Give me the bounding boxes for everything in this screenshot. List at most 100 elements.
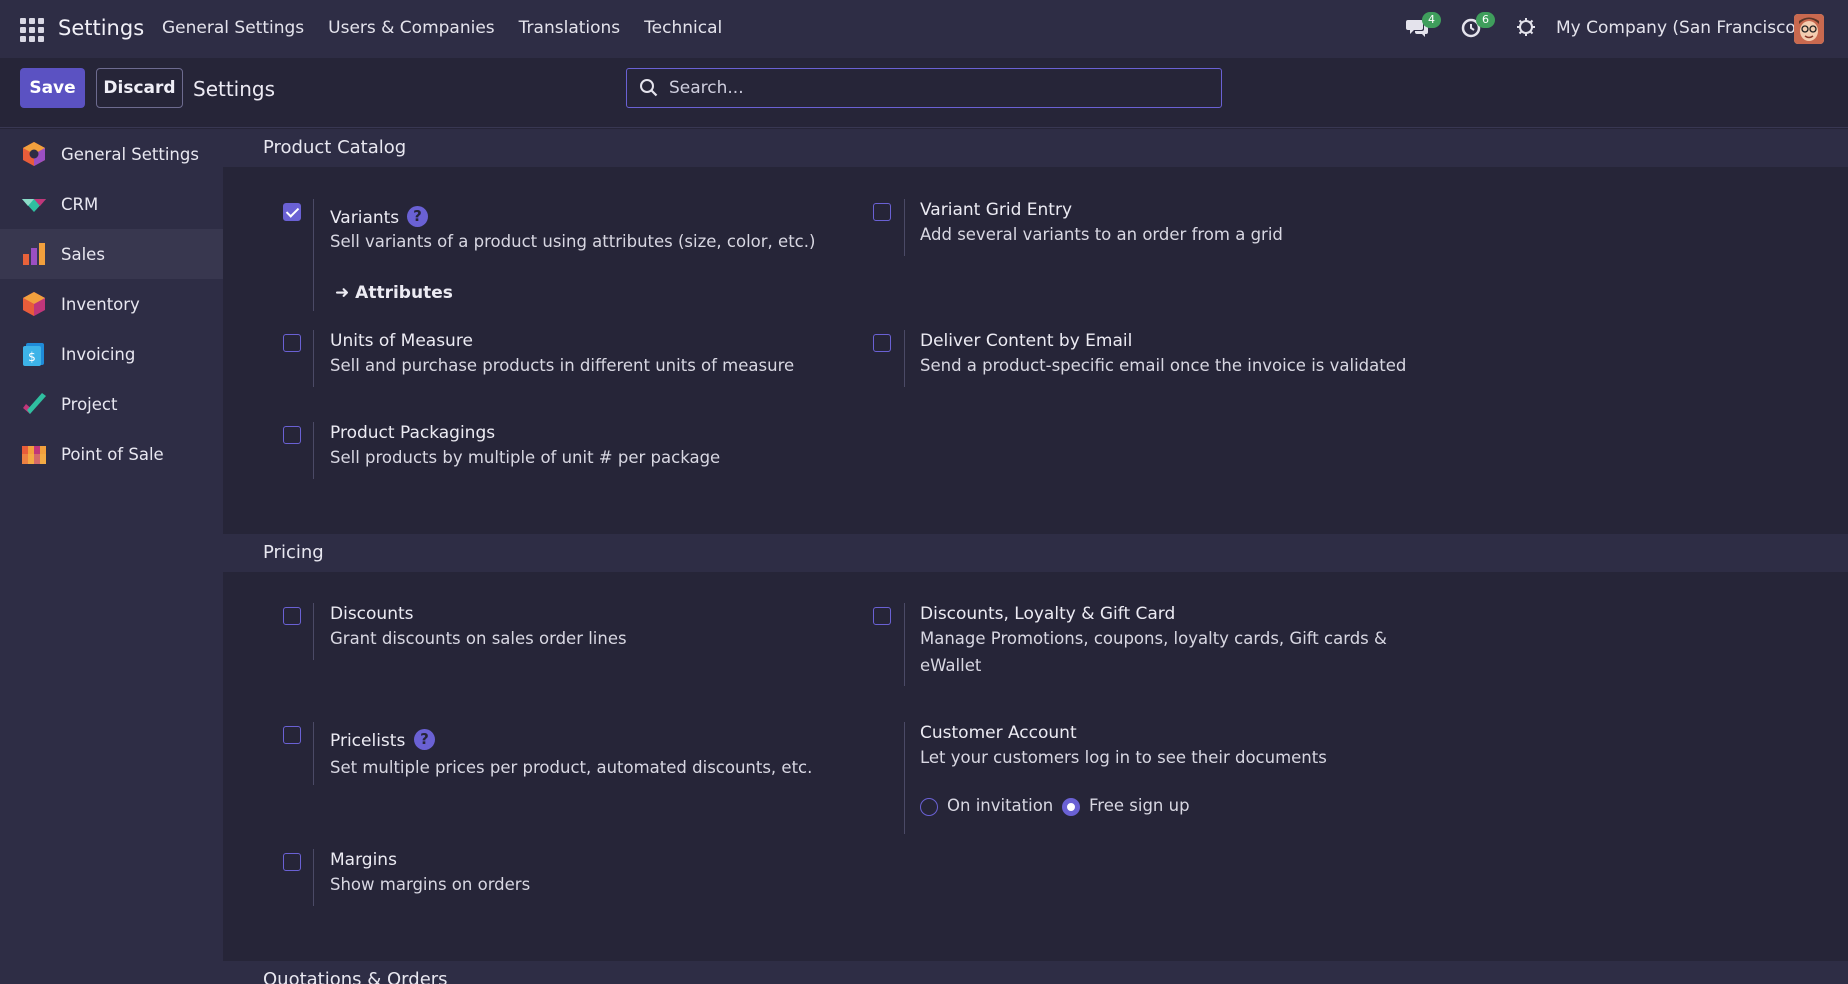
setting-title: Discounts [330,604,414,624]
sidebar-item-label: General Settings [61,144,199,164]
uom-checkbox[interactable] [283,334,301,352]
setting-title: Units of Measure [330,331,473,351]
menu-general-settings[interactable]: General Settings [162,18,304,38]
save-button[interactable]: Save [20,68,85,108]
sidebar-item-sales[interactable]: Sales [0,229,223,279]
variants-checkbox[interactable] [283,203,301,221]
variant-grid-checkbox[interactable] [873,203,891,221]
divider [313,603,314,660]
setting-description: Show margins on orders [330,875,531,894]
section-title: Pricing [263,542,324,563]
top-navbar: Settings General Settings Users & Compan… [0,0,1848,58]
setting-description: Grant discounts on sales order lines [330,629,627,648]
setting-description: Sell and purchase products in different … [330,356,795,375]
sidebar-item-label: Point of Sale [61,444,164,464]
sidebar-item-label: Inventory [61,294,140,314]
divider [904,330,905,387]
invoicing-icon: $ [23,343,44,366]
divider [313,849,314,906]
user-avatar[interactable] [1794,14,1824,44]
help-icon[interactable]: ? [414,729,435,750]
free-sign-up-radio[interactable] [1062,798,1080,816]
sidebar-item-crm[interactable]: CRM [0,179,223,229]
search-box[interactable] [626,68,1222,108]
discard-button[interactable]: Discard [96,68,183,108]
crm-icon [22,199,46,212]
sidebar-item-label: Invoicing [61,344,136,364]
app-name[interactable]: Settings [58,16,144,40]
company-switcher[interactable]: My Company (San Francisco) [1556,18,1802,38]
divider [904,722,905,834]
discounts-checkbox[interactable] [283,607,301,625]
sidebar-item-label: Sales [61,244,105,264]
top-menu: General Settings Users & Companies Trans… [162,18,746,38]
messages-button[interactable]: 4 [1406,12,1441,43]
setting-title: Discounts, Loyalty & Gift Card [920,604,1176,624]
setting-title: Variant Grid Entry [920,200,1073,220]
debug-button[interactable] [1515,16,1537,43]
setting-description: Sell variants of a product using attribu… [330,232,816,251]
sidebar-item-label: Project [61,394,118,414]
sidebar-item-project[interactable]: Project [0,379,223,429]
setting-title: Deliver Content by Email [920,331,1133,351]
project-icon [23,393,46,414]
attributes-link[interactable]: ➜ Attributes [335,283,453,303]
messages-badge: 4 [1422,12,1441,28]
margins-checkbox[interactable] [283,853,301,871]
activities-button[interactable]: 6 [1460,12,1495,43]
section-header-quotations-orders: Quotations & Orders [223,961,1848,984]
sidebar-item-inventory[interactable]: Inventory [0,279,223,329]
sidebar-item-invoicing[interactable]: $ Invoicing [0,329,223,379]
setting-title: Margins [330,850,397,870]
setting-title: Customer Account [920,723,1077,743]
pricelists-checkbox[interactable] [283,726,301,744]
packagings-checkbox[interactable] [283,426,301,444]
setting-description: Set multiple prices per product, automat… [330,758,813,777]
sidebar-item-point-of-sale[interactable]: Point of Sale [0,429,223,479]
page-title: Settings [193,77,276,101]
settings-content: Product Catalog Variants ? Sell variants… [223,129,1848,984]
attributes-link-label: Attributes [355,283,453,303]
on-invitation-label[interactable]: On invitation [947,796,1053,815]
setting-title: Pricelists [330,731,406,751]
divider [313,422,314,479]
search-input[interactable] [669,76,1209,100]
setting-description: Send a product-specific email once the i… [920,356,1407,375]
section-title: Quotations & Orders [263,969,448,984]
free-sign-up-label[interactable]: Free sign up [1089,796,1190,815]
sidebar-item-general-settings[interactable]: General Settings [0,129,223,179]
loyalty-checkbox[interactable] [873,607,891,625]
setting-description: Add several variants to an order from a … [920,225,1283,244]
divider [313,330,314,387]
sidebar-item-label: CRM [61,194,99,214]
section-title: Product Catalog [263,137,407,158]
menu-technical[interactable]: Technical [644,18,722,38]
general-settings-icon [23,142,45,166]
help-icon[interactable]: ? [407,206,428,227]
setting-description: Sell products by multiple of unit # per … [330,448,721,467]
sales-icon [23,243,45,265]
divider [313,199,314,311]
section-header-pricing: Pricing [223,534,1848,572]
arrow-right-icon: ➜ [335,283,356,303]
divider [904,199,905,256]
svg-text:$: $ [28,350,36,364]
menu-translations[interactable]: Translations [519,18,621,38]
search-icon [640,79,658,97]
setting-description: Manage Promotions, coupons, loyalty card… [920,629,1387,675]
activities-badge: 6 [1476,12,1495,28]
divider [904,603,905,686]
section-header-product-catalog: Product Catalog [223,129,1848,167]
deliver-email-checkbox[interactable] [873,334,891,352]
setting-title: Product Packagings [330,423,496,443]
on-invitation-radio[interactable] [920,798,938,816]
setting-description: Let your customers log in to see their d… [920,748,1327,767]
settings-sidebar: General Settings CRM Sales Inventory $ I… [0,129,223,984]
divider [313,722,314,785]
control-panel: Save Discard Settings [0,58,1848,128]
point-of-sale-icon [22,446,46,464]
setting-title: Variants [330,208,400,228]
app-grid-icon[interactable] [20,18,44,42]
menu-users-companies[interactable]: Users & Companies [328,18,495,38]
bug-gear-icon [1517,18,1535,36]
